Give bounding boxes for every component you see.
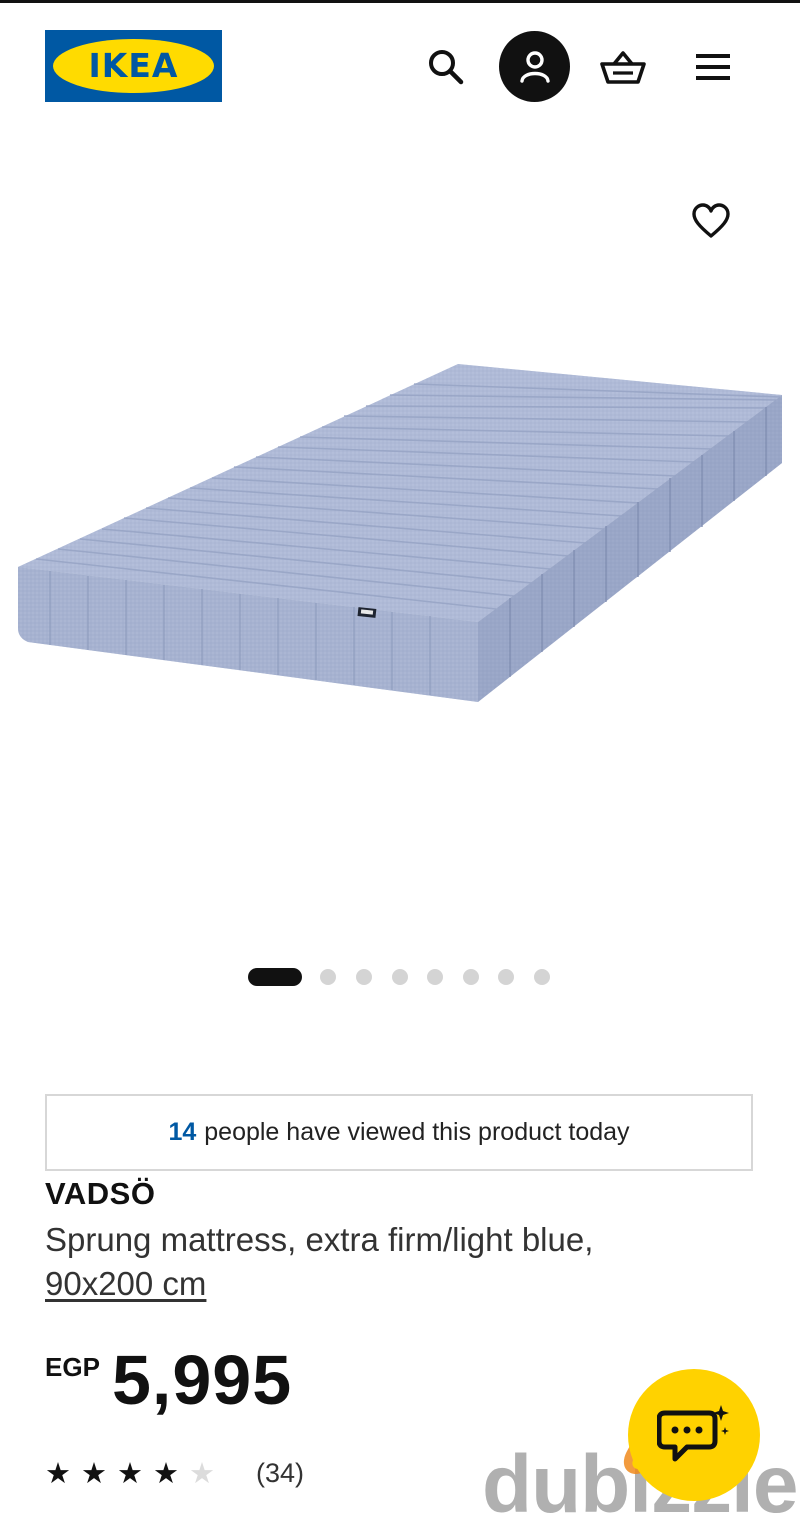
mattress-image[interactable] (0, 340, 800, 740)
viewers-notice: 14 people have viewed this product today (45, 1094, 753, 1171)
ikea-logo[interactable]: IKEA (45, 30, 222, 102)
logo-text: IKEA (88, 46, 179, 85)
carousel-dot[interactable] (463, 969, 479, 985)
star-filled-icon: ★ (153, 1456, 179, 1490)
star-filled-icon: ★ (117, 1456, 143, 1490)
search-icon[interactable] (423, 44, 469, 90)
product-size-link[interactable]: 90x200 cm (45, 1265, 206, 1303)
viewers-count: 14 (168, 1118, 197, 1146)
carousel-dot[interactable] (356, 969, 372, 985)
carousel-dot[interactable] (498, 969, 514, 985)
hamburger-menu-icon[interactable] (690, 44, 736, 90)
carousel-dot[interactable] (534, 969, 550, 985)
product-name: VADSÖ (45, 1176, 156, 1211)
account-icon[interactable] (499, 31, 570, 102)
carousel-dot-active[interactable] (248, 968, 302, 986)
product-description: Sprung mattress, extra firm/light blue, (45, 1221, 594, 1258)
chat-sparkle-icon (657, 1405, 729, 1462)
star-filled-icon: ★ (81, 1456, 107, 1490)
star-filled-icon: ★ (45, 1456, 71, 1490)
price-value: 5,995 (112, 1341, 293, 1419)
shopping-bag-icon[interactable] (598, 44, 648, 90)
rating-stars[interactable]: ★ ★ ★ ★ ★ (45, 1455, 225, 1491)
viewers-text: people have viewed this product today (204, 1118, 630, 1146)
carousel-dot[interactable] (427, 969, 443, 985)
price-currency: EGP (45, 1352, 100, 1382)
image-carousel-dots[interactable] (248, 968, 558, 986)
review-count[interactable]: (34) (256, 1455, 304, 1491)
chat-button[interactable] (628, 1369, 760, 1501)
star-empty-icon: ★ (189, 1456, 215, 1490)
carousel-dot[interactable] (320, 969, 336, 985)
carousel-dot[interactable] (392, 969, 408, 985)
top-border (0, 0, 800, 3)
favorite-heart-icon[interactable] (688, 198, 734, 244)
